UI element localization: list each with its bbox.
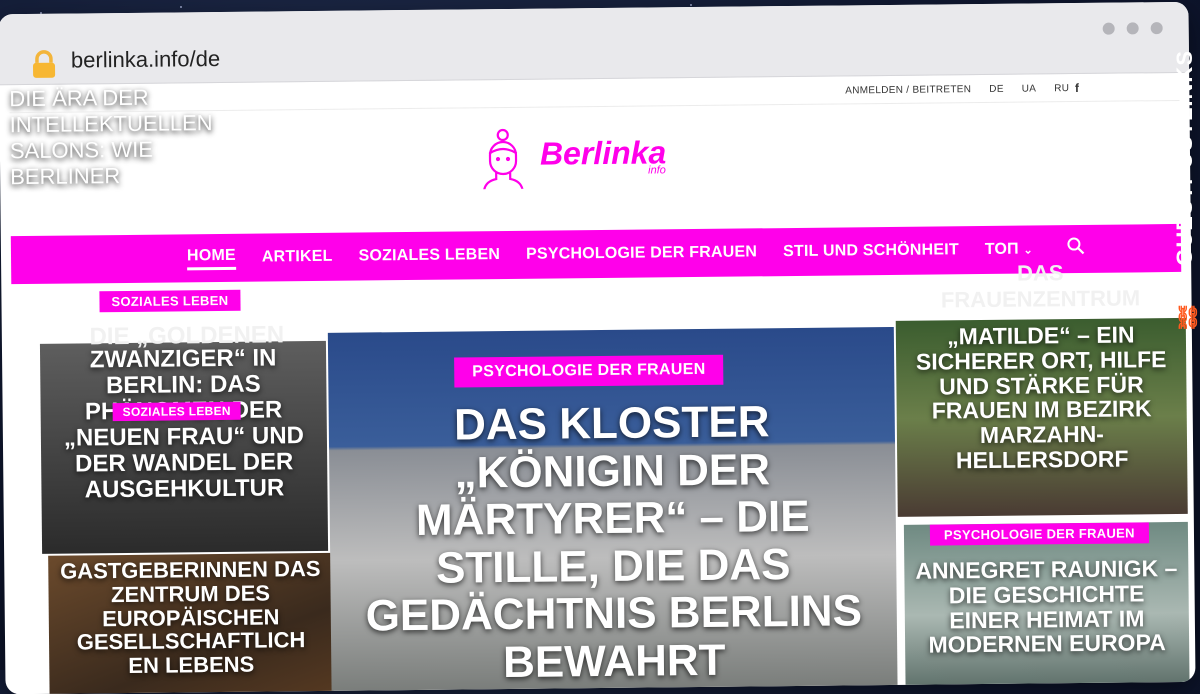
window-dot-icon[interactable] xyxy=(1102,22,1115,35)
search-icon[interactable] xyxy=(1067,237,1085,260)
lang-ua-link[interactable]: UA xyxy=(1022,83,1037,94)
nav-item-psychologie[interactable]: PSYCHOLOGIE DER FRAUEN xyxy=(526,243,757,263)
article-title: ANNEGRET RAUNIGK – DIE GESCHICHTE EINER … xyxy=(915,554,1178,659)
article-ghost-title: DAS FRAUENZENTRUM xyxy=(940,260,1141,313)
nav-item-top[interactable]: ТОП ⌄ xyxy=(985,240,1033,259)
address-bar[interactable]: berlinka.info/de xyxy=(71,46,220,74)
chevron-down-icon: ⌄ xyxy=(1023,244,1033,257)
nav-item-top-label: ТОП xyxy=(984,240,1019,258)
browser-chrome: berlinka.info/de xyxy=(0,1,1190,86)
article-tile-annegret[interactable]: PSYCHOLOGIE DER FRAUEN ANNEGRET RAUNIGK … xyxy=(903,521,1190,694)
logo-subtext: info xyxy=(648,164,666,177)
nav-item-stil[interactable]: STIL UND SCHÖNHEIT xyxy=(783,241,959,261)
article-title: GASTGEBERINNEN DAS ZENTRUM DES EUROPÄISC… xyxy=(59,555,321,678)
nav-item-soziales-leben[interactable]: SOZIALES LEBEN xyxy=(358,246,500,265)
article-tile-goldene-zwanziger[interactable]: ZWANZIGER“ IN BERLIN: DAS PHÄNOMEN DER „… xyxy=(39,340,329,554)
article-title: ZWANZIGER“ IN BERLIN: DAS PHÄNOMEN DER „… xyxy=(63,344,305,503)
category-tag-psychologie-2[interactable]: PSYCHOLOGIE DER FRAUEN xyxy=(929,522,1149,546)
site-logo[interactable]: Berlinka info xyxy=(480,125,667,190)
window-dot-icon[interactable] xyxy=(1126,22,1139,35)
category-tag-soziales-leben[interactable]: SOZIALES LEBEN xyxy=(99,289,241,313)
article-tile-matilde[interactable]: „MATILDE“ – EIN SICHERER ORT, HILFE UND … xyxy=(895,317,1188,517)
facebook-icon[interactable]: f xyxy=(1075,81,1079,95)
window-dot-icon[interactable] xyxy=(1150,22,1163,35)
article-title: DAS KLOSTER „KÖNIGIN DER MÄRTYRER“ – DIE… xyxy=(365,397,863,687)
article-tile-kloster[interactable]: PSYCHOLOGIE DER FRAUEN DAS KLOSTER „KÖNI… xyxy=(327,326,898,694)
web-page: ANMELDEN / BEITRETEN DE UA RU f Berlinka… xyxy=(9,73,1190,694)
nav-item-artikel[interactable]: ARTIKEL xyxy=(262,248,333,267)
article-title: „MATILDE“ – EIN SICHERER ORT, HILFE UND … xyxy=(915,321,1167,474)
login-link[interactable]: ANMELDEN / BEITRETEN xyxy=(845,84,971,96)
article-ghost-title: DIE „GOLDENEN xyxy=(89,321,285,351)
guestpostlinks-badge: GUESTPOSTLINKS ⛓ xyxy=(1168,50,1200,370)
lock-icon xyxy=(31,50,57,85)
woman-face-icon xyxy=(483,128,524,190)
nav-item-home[interactable]: HOME xyxy=(186,246,236,270)
link-icon: ⛓ xyxy=(1174,305,1200,330)
lang-de-link[interactable]: DE xyxy=(989,84,1004,95)
window-controls xyxy=(1102,22,1163,35)
browser-window: berlinka.info/de ANMELDEN / BEITRETEN DE… xyxy=(0,1,1196,694)
category-tag-soziales-leben-2[interactable]: SOZIALES LEBEN xyxy=(112,401,241,422)
guestpostlinks-label: GUESTPOSTLINKS xyxy=(1172,50,1197,266)
article-tile-gastgeberinnen[interactable]: GASTGEBERINNEN DAS ZENTRUM DES EUROPÄISC… xyxy=(48,552,334,694)
lang-ru-link[interactable]: RU xyxy=(1054,83,1069,94)
category-tag-psychologie[interactable]: PSYCHOLOGIE DER FRAUEN xyxy=(454,354,724,388)
